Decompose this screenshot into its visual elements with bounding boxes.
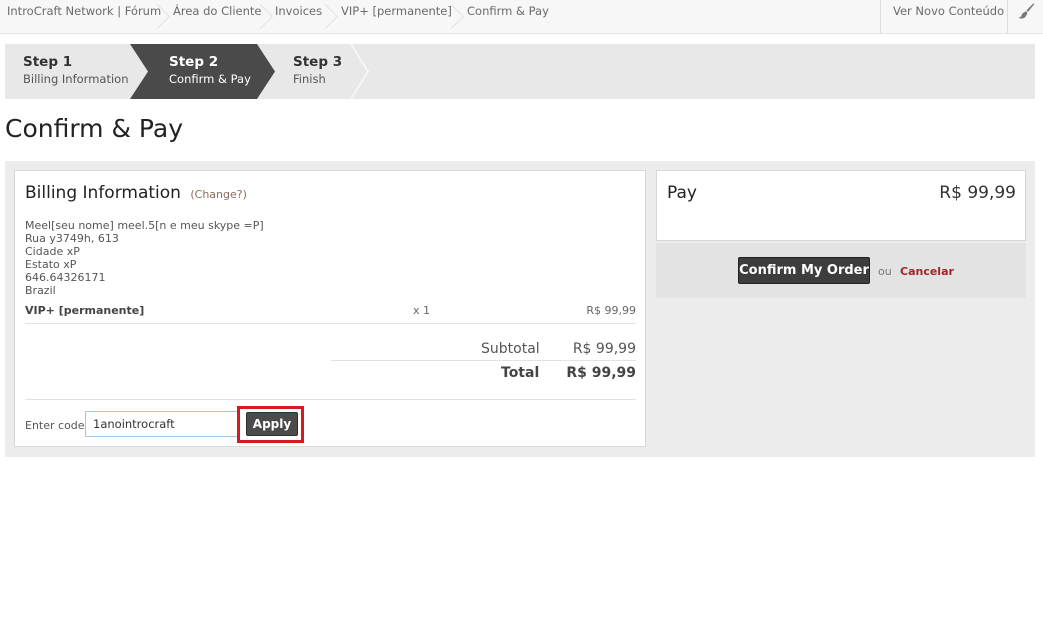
divider xyxy=(25,323,636,324)
breadcrumb-item-confirm-pay[interactable]: Confirm & Pay xyxy=(467,0,549,33)
address-line: Brazil xyxy=(25,284,56,297)
address-line: Meel[seu nome] meel.5[n e meu skype =P] xyxy=(25,219,264,232)
breadcrumb-separator xyxy=(446,0,460,33)
checkout-steps: Step 1 Billing Information Step 2 Confir… xyxy=(5,44,1035,99)
address-line: 646.64326171 xyxy=(25,271,106,284)
coupon-code-input[interactable] xyxy=(85,411,239,437)
checkout-panel: Billing Information (Change?) Meel[seu n… xyxy=(5,161,1035,457)
change-billing-link[interactable]: (Change?) xyxy=(190,188,247,201)
cancel-link[interactable]: Cancelar xyxy=(900,265,954,278)
billing-info-block: Billing Information (Change?) Meel[seu n… xyxy=(14,170,646,447)
billing-title-text: Billing Information xyxy=(25,183,181,203)
billing-title: Billing Information (Change?) xyxy=(25,183,247,203)
address-line: Cidade xP xyxy=(25,245,80,258)
coupon-code-label: Enter code: xyxy=(25,419,89,432)
total-label: Total xyxy=(501,365,540,381)
step-finish: Step 3 Finish xyxy=(275,44,370,99)
order-item-qty: x 1 xyxy=(413,304,431,317)
step-title: Step 2 xyxy=(169,54,219,70)
subtotal-label: Subtotal xyxy=(481,341,540,357)
topbar-divider xyxy=(880,0,881,33)
step-subtitle: Finish xyxy=(293,72,326,86)
breadcrumb-separator xyxy=(152,0,166,33)
step-subtitle: Confirm & Pay xyxy=(169,72,251,86)
confirm-actions: Confirm My Order ou Cancelar xyxy=(656,243,1026,298)
step-title: Step 1 xyxy=(23,54,73,70)
breadcrumb: IntroCraft Network | Fórum Área do Clien… xyxy=(0,0,1043,34)
pay-amount: R$ 99,99 xyxy=(939,183,1016,203)
page-title: Confirm & Pay xyxy=(5,114,183,143)
divider xyxy=(331,360,636,361)
apply-code-button[interactable]: Apply xyxy=(246,412,298,436)
breadcrumb-separator xyxy=(255,0,269,33)
breadcrumb-item-forum[interactable]: IntroCraft Network | Fórum xyxy=(7,0,161,33)
pay-summary: Pay R$ 99,99 xyxy=(656,170,1026,241)
step-subtitle: Billing Information xyxy=(23,72,129,86)
address-line: Estato xP xyxy=(25,258,77,271)
total-value: R$ 99,99 xyxy=(566,365,636,381)
confirm-order-button[interactable]: Confirm My Order xyxy=(738,257,870,284)
or-text: ou xyxy=(878,265,892,278)
breadcrumb-item-vip[interactable]: VIP+ [permanente] xyxy=(341,0,452,33)
pay-label: Pay xyxy=(667,183,697,203)
new-content-link[interactable]: Ver Novo Conteúdo xyxy=(893,0,1004,23)
paintbrush-icon[interactable] xyxy=(1017,2,1035,20)
address-line: Rua y3749h, 613 xyxy=(25,232,119,245)
order-item-name: VIP+ [permanente] xyxy=(25,304,145,317)
divider xyxy=(25,399,636,400)
billing-address: Meel[seu nome] meel.5[n e meu skype =P] … xyxy=(25,219,264,297)
breadcrumb-separator xyxy=(320,0,334,33)
subtotal-value: R$ 99,99 xyxy=(572,341,636,357)
step-confirm-pay: Step 2 Confirm & Pay xyxy=(130,44,275,99)
order-item-price: R$ 99,99 xyxy=(586,304,636,317)
step-title: Step 3 xyxy=(293,54,343,70)
